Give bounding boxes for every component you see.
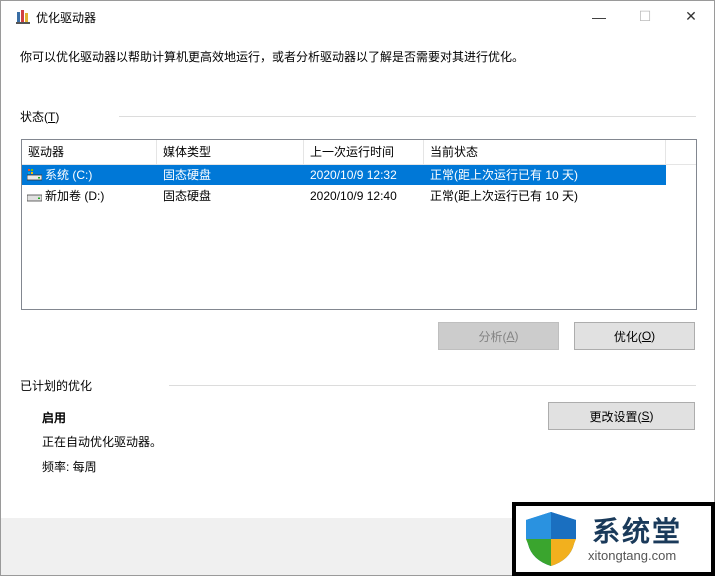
column-header-last-run[interactable]: 上一次运行时间 bbox=[304, 140, 424, 164]
analyze-button[interactable]: 分析(A) bbox=[438, 322, 559, 350]
schedule-detail: 正在自动优化驱动器。 bbox=[42, 435, 163, 449]
minimize-icon: — bbox=[592, 8, 606, 25]
maximize-icon: ☐ bbox=[638, 8, 652, 24]
drive-icon bbox=[27, 194, 42, 202]
title-bar[interactable]: 优化驱动器 — ☐ ✕ bbox=[1, 1, 714, 32]
schedule-state: 启用 bbox=[42, 411, 67, 425]
schedule-divider bbox=[169, 385, 696, 386]
optimize-button[interactable]: 优化(O) bbox=[574, 322, 695, 350]
drive-name: 系统 (C:) bbox=[45, 168, 93, 182]
drive-last-run: 2020/10/9 12:32 bbox=[310, 168, 397, 182]
watermark-panel: 系统堂 xitongtang.com bbox=[516, 506, 711, 572]
system-drive-icon bbox=[27, 169, 42, 181]
schedule-frequency: 频率: 每周 bbox=[42, 460, 97, 474]
description-text: 你可以优化驱动器以帮助计算机更高效地运行，或者分析驱动器以了解是否需要对其进行优… bbox=[20, 50, 525, 64]
drive-status: 正常(距上次运行已有 10 天) bbox=[430, 189, 579, 203]
drive-last-run: 2020/10/9 12:40 bbox=[310, 189, 397, 203]
column-header-drive[interactable]: 驱动器 bbox=[22, 140, 157, 164]
optimize-drives-window: 优化驱动器 — ☐ ✕ 你可以优化驱动器以帮助计算机更高效地运行，或者分析驱动器… bbox=[0, 0, 715, 576]
close-button[interactable]: ✕ bbox=[668, 1, 714, 32]
drives-list[interactable]: 驱动器 媒体类型 上一次运行时间 当前状态 系统 (C:) 固态硬盘 2020/… bbox=[21, 139, 697, 310]
watermark: 系统堂 xitongtang.com bbox=[512, 502, 715, 576]
column-header-current-status[interactable]: 当前状态 bbox=[424, 140, 666, 164]
defrag-app-icon bbox=[16, 10, 30, 24]
watermark-title: 系统堂 bbox=[592, 515, 683, 548]
column-header-media-type[interactable]: 媒体类型 bbox=[157, 140, 304, 164]
drive-row-c[interactable]: 系统 (C:) 固态硬盘 2020/10/9 12:32 正常(距上次运行已有 … bbox=[22, 165, 666, 185]
drive-media-type: 固态硬盘 bbox=[163, 189, 212, 203]
watermark-url: xitongtang.com bbox=[588, 548, 677, 563]
schedule-header: 已计划的优化 bbox=[20, 377, 99, 394]
drive-media-type: 固态硬盘 bbox=[163, 168, 212, 182]
drives-list-header: 驱动器 媒体类型 上一次运行时间 当前状态 bbox=[22, 140, 696, 165]
drive-status: 正常(距上次运行已有 10 天) bbox=[430, 168, 579, 182]
drive-name: 新加卷 (D:) bbox=[45, 189, 105, 203]
change-settings-button[interactable]: 更改设置(S) bbox=[548, 402, 695, 430]
status-label: 状态(T) bbox=[20, 108, 66, 125]
close-icon: ✕ bbox=[685, 8, 697, 24]
minimize-button[interactable]: — bbox=[576, 1, 622, 32]
shield-logo-icon bbox=[526, 512, 576, 566]
status-divider bbox=[119, 116, 696, 117]
maximize-button[interactable]: ☐ bbox=[622, 1, 668, 32]
window-title: 优化驱动器 bbox=[36, 11, 97, 25]
drive-row-d[interactable]: 新加卷 (D:) 固态硬盘 2020/10/9 12:40 正常(距上次运行已有… bbox=[22, 186, 666, 206]
